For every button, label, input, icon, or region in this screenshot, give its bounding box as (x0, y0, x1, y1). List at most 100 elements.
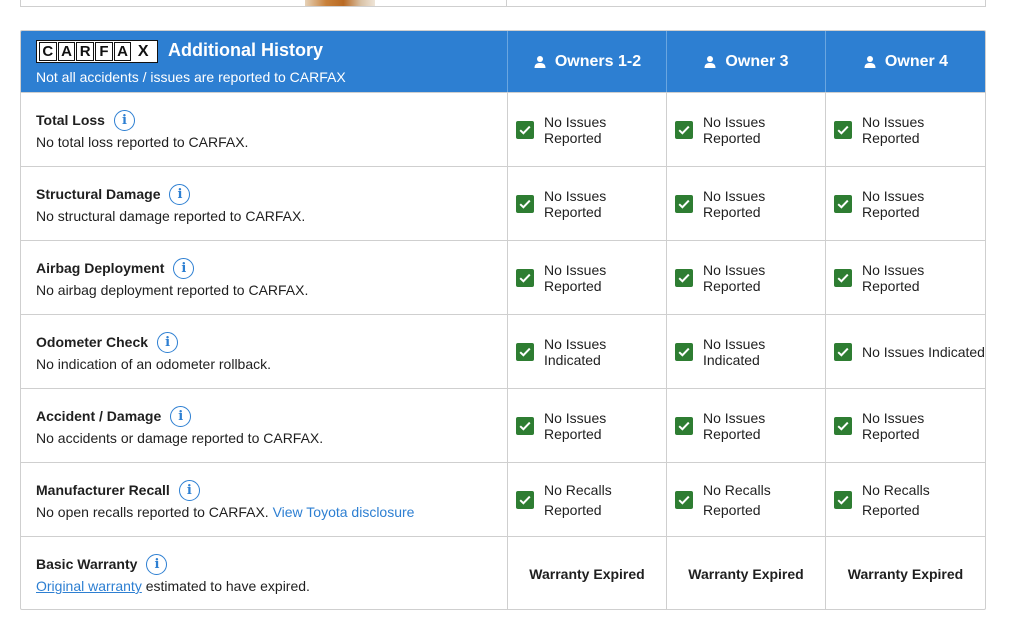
logo-letter: A (113, 42, 132, 61)
table-row: Basic Warranty i Original warranty estim… (21, 536, 985, 609)
table-row: Accident / Damage i No accidents or dama… (21, 388, 985, 462)
logo-letter: F (95, 42, 113, 61)
person-icon (534, 55, 546, 68)
owner-label: Owner 4 (884, 52, 949, 70)
previous-section-right-cell (507, 0, 985, 6)
status-text: No Recalls Reported (862, 480, 930, 520)
row-label-cell: Accident / Damage i No accidents or dama… (21, 389, 508, 462)
logo-letter: R (76, 42, 95, 61)
row-title: Total Loss (36, 112, 105, 128)
row-description: No accidents or damage reported to CARFA… (36, 430, 324, 446)
check-icon (516, 194, 534, 213)
row-label-cell: Structural Damage i No structural damage… (21, 167, 508, 240)
status-text: No Issues Indicated (703, 335, 766, 368)
status-cell: No Recalls Reported (826, 463, 985, 536)
status-cell: No Issues Reported (508, 241, 667, 314)
status-cell: No Issues Reported (508, 167, 667, 240)
check-icon (516, 342, 534, 361)
status-text: No Issues Reported (703, 187, 766, 220)
row-title: Basic Warranty (36, 556, 138, 572)
row-label-cell: Manufacturer Recall i No open recalls re… (21, 463, 508, 536)
status-cell: Warranty Expired (826, 537, 985, 609)
status-cell: No Recalls Reported (667, 463, 826, 536)
status-cell: No Issues Reported (667, 93, 826, 166)
check-icon (834, 416, 852, 435)
status-text: No Issues Reported (703, 261, 766, 294)
info-icon[interactable]: i (169, 183, 191, 205)
status-cell: No Issues Reported (826, 167, 985, 240)
info-icon[interactable]: i (146, 553, 168, 575)
row-description-text: estimated to have expired. (145, 578, 310, 594)
status-cell: No Issues Indicated (667, 315, 826, 388)
check-icon (675, 268, 693, 287)
row-title: Odometer Check (36, 334, 149, 350)
warranty-status: Warranty Expired (529, 565, 645, 582)
status-text: No Issues Indicated (862, 343, 985, 360)
row-label-cell: Basic Warranty i Original warranty estim… (21, 537, 508, 609)
table-header: C A R F A X Additional History Not all a… (21, 31, 985, 92)
status-cell: No Issues Reported (667, 241, 826, 314)
owner-column-header: Owner 4 (826, 31, 985, 92)
status-line: No Recalls (544, 481, 612, 498)
check-icon (675, 194, 693, 213)
status-cell: No Recalls Reported (508, 463, 667, 536)
info-icon[interactable]: i (173, 257, 195, 279)
row-description: No structural damage reported to CARFAX. (36, 208, 306, 224)
previous-section-left-cell (21, 0, 507, 6)
check-icon (516, 490, 534, 509)
vehicle-photo-edge (305, 0, 375, 6)
row-label-cell: Total Loss i No total loss reported to C… (21, 93, 508, 166)
row-label-cell: Odometer Check i No indication of an odo… (21, 315, 508, 388)
owner-column-header: Owners 1-2 (508, 31, 667, 92)
status-line: No Recalls (862, 481, 930, 498)
row-description: No open recalls reported to CARFAX. View… (36, 504, 507, 520)
logo-letter: X (132, 42, 154, 61)
table-row: Structural Damage i No structural damage… (21, 166, 985, 240)
status-cell: No Issues Reported (826, 389, 985, 462)
status-text: No Issues Reported (862, 409, 925, 442)
check-icon (675, 342, 693, 361)
status-text: No Issues Reported (544, 113, 607, 146)
previous-section-bottom (20, 0, 986, 7)
check-icon (834, 490, 852, 509)
row-title: Airbag Deployment (36, 260, 165, 276)
check-icon (516, 268, 534, 287)
status-line: Reported (862, 501, 920, 518)
header-title-cell: C A R F A X Additional History Not all a… (21, 31, 508, 92)
info-icon[interactable]: i (157, 331, 179, 353)
status-text: No Issues Indicated (544, 335, 607, 368)
status-cell: Warranty Expired (508, 537, 667, 609)
row-title: Structural Damage (36, 186, 161, 202)
status-text: No Issues Reported (544, 409, 607, 442)
person-icon (704, 55, 716, 68)
status-cell: No Issues Indicated (508, 315, 667, 388)
section-title: Additional History (168, 40, 324, 60)
toyota-disclosure-link[interactable]: View Toyota disclosure (273, 504, 415, 520)
status-cell: No Issues Reported (667, 167, 826, 240)
status-cell: No Issues Reported (508, 93, 667, 166)
row-title: Accident / Damage (36, 408, 162, 424)
status-cell: No Issues Indicated (826, 315, 985, 388)
status-cell: Warranty Expired (667, 537, 826, 609)
row-description-text: No open recalls reported to CARFAX. (36, 504, 269, 520)
status-cell: No Issues Reported (826, 93, 985, 166)
status-line: Reported (703, 501, 761, 518)
logo-letter: C (39, 42, 57, 61)
warranty-status: Warranty Expired (847, 565, 964, 582)
info-icon[interactable]: i (170, 405, 192, 427)
info-icon[interactable]: i (113, 109, 135, 131)
row-title: Manufacturer Recall (36, 482, 170, 498)
check-icon (516, 120, 534, 139)
status-text: No Issues Reported (862, 113, 925, 146)
warranty-status: Warranty Expired (688, 565, 804, 582)
check-icon (834, 268, 852, 287)
additional-history-table: C A R F A X Additional History Not all a… (20, 30, 986, 610)
check-icon (675, 120, 693, 139)
logo-letter: A (57, 42, 76, 61)
table-row: Total Loss i No total loss reported to C… (21, 92, 985, 166)
info-icon[interactable]: i (178, 479, 200, 501)
row-description: No indication of an odometer rollback. (36, 356, 272, 372)
status-cell: No Issues Reported (667, 389, 826, 462)
original-warranty-link[interactable]: Original warranty (36, 578, 142, 594)
status-text: No Issues Reported (862, 261, 925, 294)
